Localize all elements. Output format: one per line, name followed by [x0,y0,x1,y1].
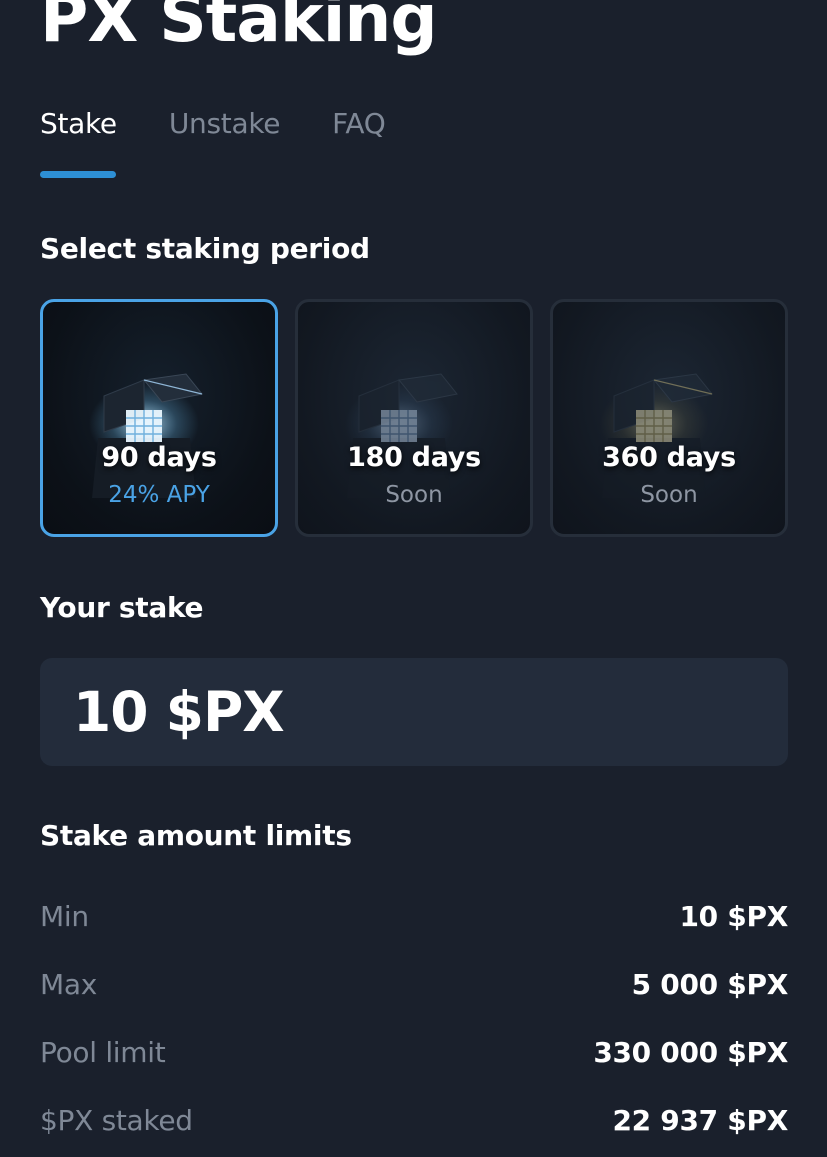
limit-label: $PX staked [40,1103,193,1137]
period-days-label: 360 days [602,442,736,473]
period-apy-label: 24% APY [108,482,210,508]
period-days-label: 180 days [347,442,481,473]
period-status-label: Soon [640,482,698,508]
limit-value: 330 000 $PX [593,1035,788,1069]
limit-label: Max [40,967,97,1001]
tab-faq[interactable]: FAQ [332,104,386,144]
tab-unstake[interactable]: Unstake [169,104,281,144]
your-stake-heading: Your stake [40,591,204,624]
limit-value: 22 937 $PX [612,1103,788,1137]
limit-row-max: Max 5 000 $PX [40,950,788,1018]
treasure-box-icon [599,373,713,498]
period-option-90-days[interactable]: 90 days 24% APY [40,299,278,537]
limit-value: 10 $PX [679,899,788,933]
limits-list: Min 10 $PX Max 5 000 $PX Pool limit 330 … [40,882,788,1154]
limit-label: Min [40,899,89,933]
staking-period-heading: Select staking period [40,232,370,265]
page-title: PX Staking [40,0,438,57]
tab-stake[interactable]: Stake [40,104,117,144]
period-status-label: Soon [385,482,443,508]
limits-heading: Stake amount limits [40,819,352,852]
treasure-box-icon [344,373,458,498]
limit-value: 5 000 $PX [631,967,789,1001]
stake-amount-input[interactable] [40,658,788,766]
limit-row-px-staked: $PX staked 22 937 $PX [40,1086,788,1154]
tab-bar: Stake Unstake FAQ [40,104,386,144]
period-days-label: 90 days [101,442,217,473]
treasure-box-icon [89,373,203,498]
period-option-180-days[interactable]: 180 days Soon [295,299,533,537]
limit-row-min: Min 10 $PX [40,882,788,950]
period-option-360-days[interactable]: 360 days Soon [550,299,788,537]
limit-label: Pool limit [40,1035,166,1069]
staking-period-options: 90 days 24% APY 180 days Soon 360 days S… [40,299,788,537]
limit-row-pool-limit: Pool limit 330 000 $PX [40,1018,788,1086]
active-tab-indicator [40,171,116,178]
